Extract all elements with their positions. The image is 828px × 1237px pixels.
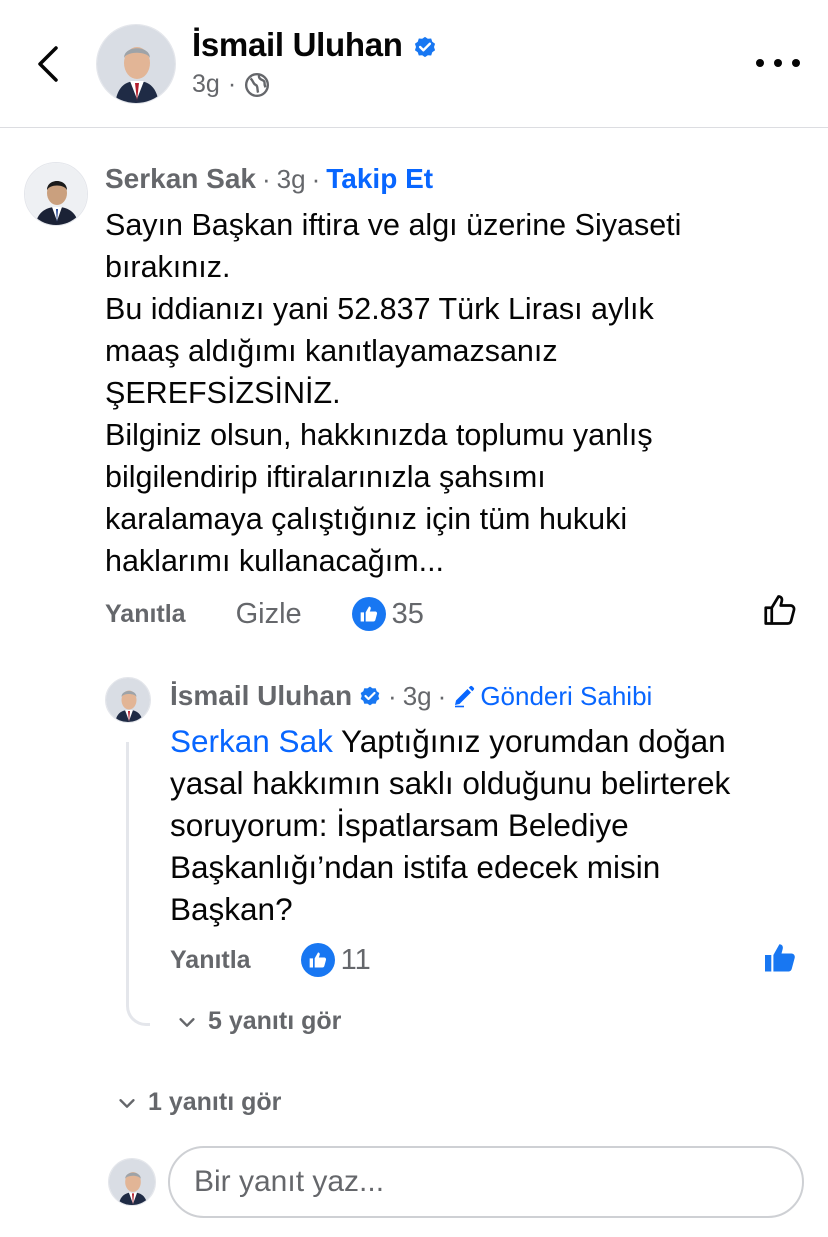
separator: ·	[388, 680, 397, 711]
like-count[interactable]: 35	[392, 598, 424, 631]
current-user-avatar	[108, 1158, 156, 1206]
thumbs-up-icon	[360, 606, 377, 622]
post-time: 3g	[192, 70, 220, 98]
see-replies-label: 5 yanıtı gör	[208, 1007, 342, 1035]
separator: ·	[437, 680, 447, 711]
chevron-left-icon	[38, 46, 58, 82]
reply-time[interactable]: 3g	[403, 681, 432, 712]
comment-line: Bu iddianızı yani 52.837 Türk Lirası ayl…	[105, 292, 654, 326]
more-options-button[interactable]	[756, 48, 800, 78]
profile-photo	[109, 1159, 155, 1205]
comment-line: karalamaya çalıştığınız için tüm hukuki	[105, 502, 628, 536]
comment-line: bilgilendirip iftiralarınızla şahsımı	[105, 460, 546, 494]
comment-line: haklarımı kullanacağım...	[105, 544, 445, 578]
meta-separator: ·	[227, 70, 237, 98]
post-meta: 3g ·	[192, 70, 270, 99]
see-replies-label: 1 yanıtı gör	[148, 1088, 282, 1116]
comment-line: Bilginiz olsun, hakkınızda toplumu yanlı…	[105, 418, 653, 452]
chevron-down-icon	[179, 1017, 195, 1027]
comment-author[interactable]: Serkan Sak	[105, 163, 256, 195]
liked-thumbs-up-icon[interactable]	[762, 940, 798, 976]
reply-line: Başkan?	[170, 891, 293, 927]
comment-header: Serkan Sak · 3g · Takip Et	[105, 163, 433, 195]
comment-line: maaş aldığımı kanıtlayamazsanız	[105, 334, 558, 368]
thumbs-up-icon	[309, 952, 326, 968]
post-header: İsmail Uluhan 3g ·	[0, 0, 828, 128]
reply-button[interactable]: Yanıtla	[105, 600, 186, 629]
pencil-icon	[455, 685, 475, 708]
reply-line: yasal hakkımın saklı olduğunu belirterek	[170, 765, 731, 801]
reply-author[interactable]: İsmail Uluhan	[170, 680, 352, 712]
commenter-avatar[interactable]	[24, 162, 88, 226]
like-button-icon[interactable]	[762, 592, 798, 628]
ellipsis-icon	[792, 59, 800, 67]
page-title[interactable]: İsmail Uluhan	[192, 26, 438, 64]
like-count[interactable]: 11	[341, 944, 371, 977]
mention-link[interactable]: Serkan Sak	[170, 723, 333, 759]
comment-line: ŞEREFSİZSİNİZ.	[105, 376, 341, 410]
back-button[interactable]	[30, 40, 66, 88]
chevron-down-icon	[119, 1098, 135, 1108]
comment-text: Sayın Başkan iftira ve algı üzerine Siya…	[105, 204, 805, 582]
like-reaction-icon[interactable]	[351, 597, 386, 631]
profile-photo	[106, 678, 150, 722]
reply-line: Başkanlığı’ndan istifa edecek misin	[170, 849, 661, 885]
separator: ·	[262, 163, 271, 194]
author-name: İsmail Uluhan	[192, 26, 403, 63]
comment-line: bırakınız.	[105, 250, 231, 284]
comment-actions: Yanıtla Gizle 35	[105, 594, 805, 634]
see-replies-button[interactable]: 5 yanıtı gör	[176, 1007, 341, 1036]
globe-icon	[245, 72, 270, 97]
follow-button[interactable]: Takip Et	[326, 163, 433, 195]
verified-badge-icon	[414, 37, 435, 58]
like-reaction-icon[interactable]	[300, 943, 335, 977]
author-badge-label: Gönderi Sahibi	[480, 680, 653, 711]
reply-line: soruyorum: İspatlarsam Belediye	[170, 807, 629, 843]
reply-input[interactable]	[168, 1146, 804, 1218]
comment-line: Sayın Başkan iftira ve algı üzerine Siya…	[105, 208, 682, 242]
profile-photo	[97, 25, 175, 103]
profile-photo	[25, 163, 87, 225]
reply-actions: Yanıtla 11	[170, 940, 371, 980]
hide-button[interactable]: Gizle	[236, 598, 302, 631]
thread-connector	[126, 742, 150, 1026]
see-replies-button[interactable]: 1 yanıtı gör	[116, 1088, 281, 1117]
reply-header: İsmail Uluhan · 3g · Gönderi Sahibi	[170, 680, 652, 712]
reply-avatar[interactable]	[105, 677, 151, 723]
reply-button[interactable]: Yanıtla	[170, 946, 251, 975]
verified-badge-icon	[360, 686, 380, 706]
ellipsis-icon	[774, 59, 782, 67]
comment-time[interactable]: 3g	[277, 164, 306, 195]
separator: ·	[311, 163, 321, 194]
avatar[interactable]	[96, 24, 176, 104]
ellipsis-icon	[756, 59, 764, 67]
author-badge: Gönderi Sahibi	[452, 681, 652, 712]
reply-line: Yaptığınız yorumdan doğan	[332, 723, 726, 759]
reply-text: Serkan Sak Yaptığınız yorumdan doğan yas…	[170, 720, 810, 930]
